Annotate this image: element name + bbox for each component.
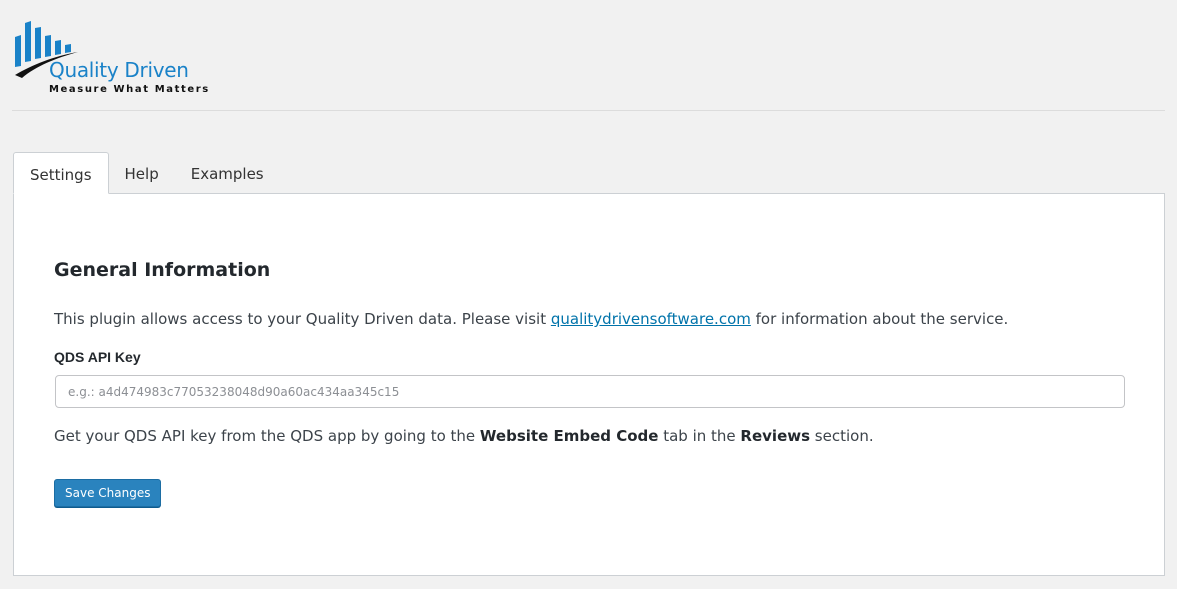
tab-examples[interactable]: Examples [175, 152, 280, 193]
tab-bar: Settings Help Examples [13, 152, 280, 194]
plugin-description: This plugin allows access to your Qualit… [54, 310, 1008, 328]
tab-help[interactable]: Help [109, 152, 175, 193]
brand-logo: Quality Driven Measure What Matters [12, 20, 222, 96]
api-key-help: Get your QDS API key from the QDS app by… [54, 427, 874, 445]
service-link[interactable]: qualitydrivensoftware.com [551, 310, 751, 328]
section-title: General Information [54, 259, 271, 281]
description-suffix: for information about the service. [750, 310, 1009, 328]
logo-tagline: Measure What Matters [49, 84, 210, 95]
tab-settings[interactable]: Settings [13, 152, 109, 194]
save-changes-button[interactable]: Save Changes [54, 479, 162, 507]
api-key-input[interactable] [55, 375, 1125, 408]
help-middle: tab in the [658, 427, 741, 445]
help-reviews: Reviews [740, 427, 811, 445]
page: Quality Driven Measure What Matters Sett… [0, 0, 1177, 589]
header-divider [12, 110, 1165, 111]
help-website-embed-code: Website Embed Code [479, 427, 659, 445]
settings-panel: General Information This plugin allows a… [13, 193, 1165, 576]
api-key-label: QDS API Key [54, 349, 141, 365]
help-prefix: Get your QDS API key from the QDS app by… [54, 427, 480, 445]
logo-name: Quality Driven [49, 58, 189, 82]
description-prefix: This plugin allows access to your Qualit… [54, 310, 551, 328]
help-suffix: section. [810, 427, 874, 445]
